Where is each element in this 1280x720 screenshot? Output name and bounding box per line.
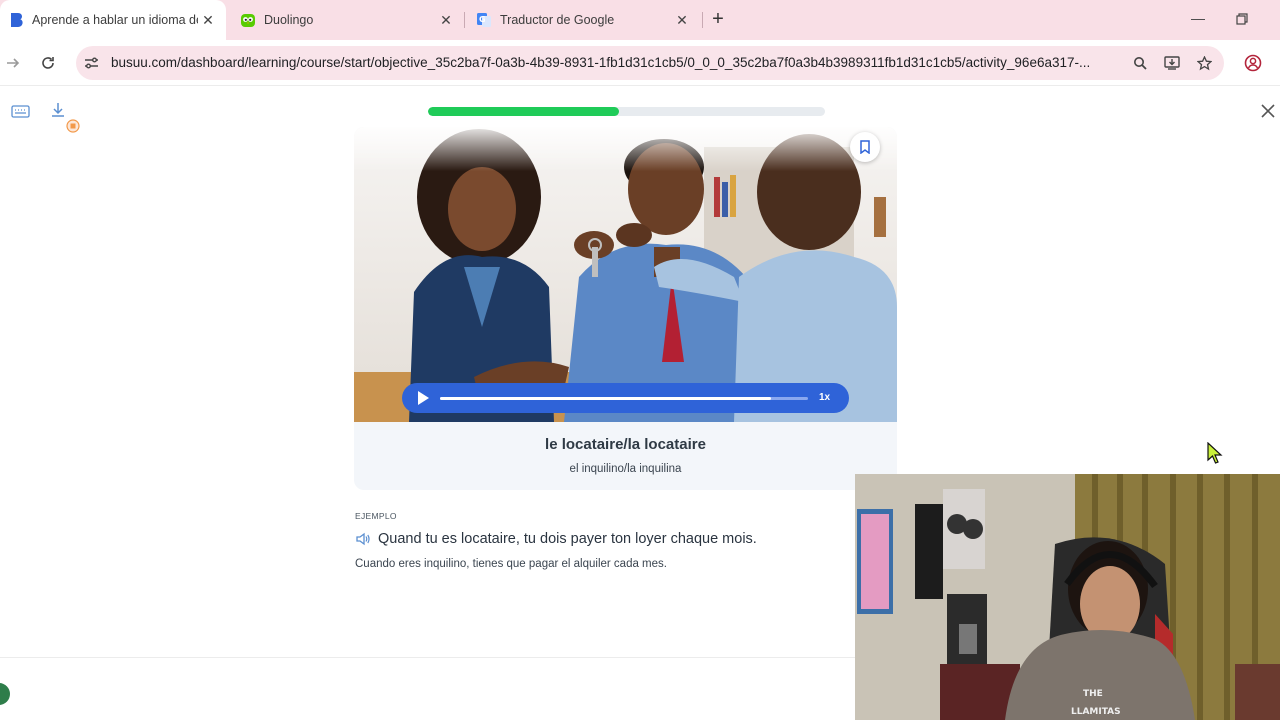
lesson-progress-bar — [428, 107, 825, 116]
zoom-icon[interactable] — [1130, 53, 1150, 73]
google-translate-favicon-icon: G — [476, 12, 492, 28]
browser-tab-bar: Aprende a hablar un idioma de ✕ Duolingo… — [0, 0, 1280, 40]
svg-text:LLAMITAS: LLAMITAS — [1071, 707, 1121, 717]
tab-separator — [464, 12, 465, 28]
svg-text:G: G — [479, 15, 486, 24]
tab-duolingo[interactable]: Duolingo ✕ — [232, 0, 464, 40]
keyboard-icon[interactable] — [11, 104, 30, 124]
browser-toolbar: busuu.com/dashboard/learning/course/star… — [0, 40, 1280, 86]
svg-text:THE: THE — [1083, 689, 1103, 699]
download-icon[interactable] — [50, 102, 66, 125]
vocabulary-card: 1x le locataire/la locataire el inquilin… — [354, 127, 897, 490]
restore-window-icon[interactable] — [1236, 12, 1248, 28]
tab-separator — [702, 12, 703, 28]
help-chat-icon[interactable] — [0, 683, 10, 705]
vocabulary-photo — [354, 127, 897, 422]
save-word-bookmark-button[interactable] — [850, 132, 880, 162]
tab-busuu[interactable]: Aprende a hablar un idioma de ✕ — [0, 0, 226, 40]
profile-avatar-icon[interactable] — [1243, 53, 1263, 73]
new-tab-icon[interactable]: + — [708, 9, 728, 31]
duolingo-owl-favicon-icon — [240, 12, 256, 28]
playback-speed-button[interactable]: 1x — [819, 392, 830, 403]
tab-title: Traductor de Google — [500, 13, 615, 27]
close-tab-icon[interactable]: ✕ — [200, 12, 216, 28]
speaker-icon[interactable] — [355, 531, 371, 547]
close-tab-icon[interactable]: ✕ — [674, 12, 690, 28]
bookmark-star-icon[interactable] — [1194, 53, 1214, 73]
play-icon[interactable] — [418, 391, 429, 405]
install-app-icon[interactable] — [1162, 53, 1182, 73]
example-translation: Cuando eres inquilino, tienes que pagar … — [355, 558, 667, 570]
example-row: Quand tu es locataire, tu dois payer ton… — [355, 531, 757, 547]
minimize-window-icon[interactable]: — — [1191, 10, 1205, 26]
audio-scrubber-fill — [440, 397, 772, 400]
tab-google-translate[interactable]: G Traductor de Google ✕ — [468, 0, 700, 40]
bookmark-icon — [860, 140, 870, 154]
forward-arrow-icon[interactable] — [3, 53, 23, 73]
audio-scrubber[interactable] — [440, 397, 808, 400]
example-label: EJEMPLO — [355, 511, 397, 521]
example-sentence: Quand tu es locataire, tu dois payer ton… — [378, 531, 757, 547]
vocabulary-translation: el inquilino/la inquilina — [569, 463, 682, 475]
reload-icon[interactable] — [38, 53, 58, 73]
close-tab-icon[interactable]: ✕ — [438, 12, 454, 28]
recording-badge-icon — [66, 119, 80, 138]
url-text: busuu.com/dashboard/learning/course/star… — [111, 55, 1091, 70]
site-settings-icon[interactable] — [81, 53, 101, 73]
lesson-progress-fill — [428, 107, 619, 116]
tab-title: Aprende a hablar un idioma de — [32, 13, 198, 27]
footer-divider — [0, 657, 855, 658]
vocabulary-word: le locataire/la locataire — [545, 436, 706, 453]
close-lesson-icon[interactable] — [1260, 103, 1278, 121]
address-bar[interactable]: busuu.com/dashboard/learning/course/star… — [76, 46, 1224, 80]
mouse-pointer-icon — [1207, 441, 1223, 469]
busuu-favicon-icon — [8, 12, 24, 28]
webcam-overlay: THE LLAMITAS — [855, 474, 1280, 720]
audio-player: 1x — [402, 383, 849, 413]
tab-title: Duolingo — [264, 13, 314, 27]
